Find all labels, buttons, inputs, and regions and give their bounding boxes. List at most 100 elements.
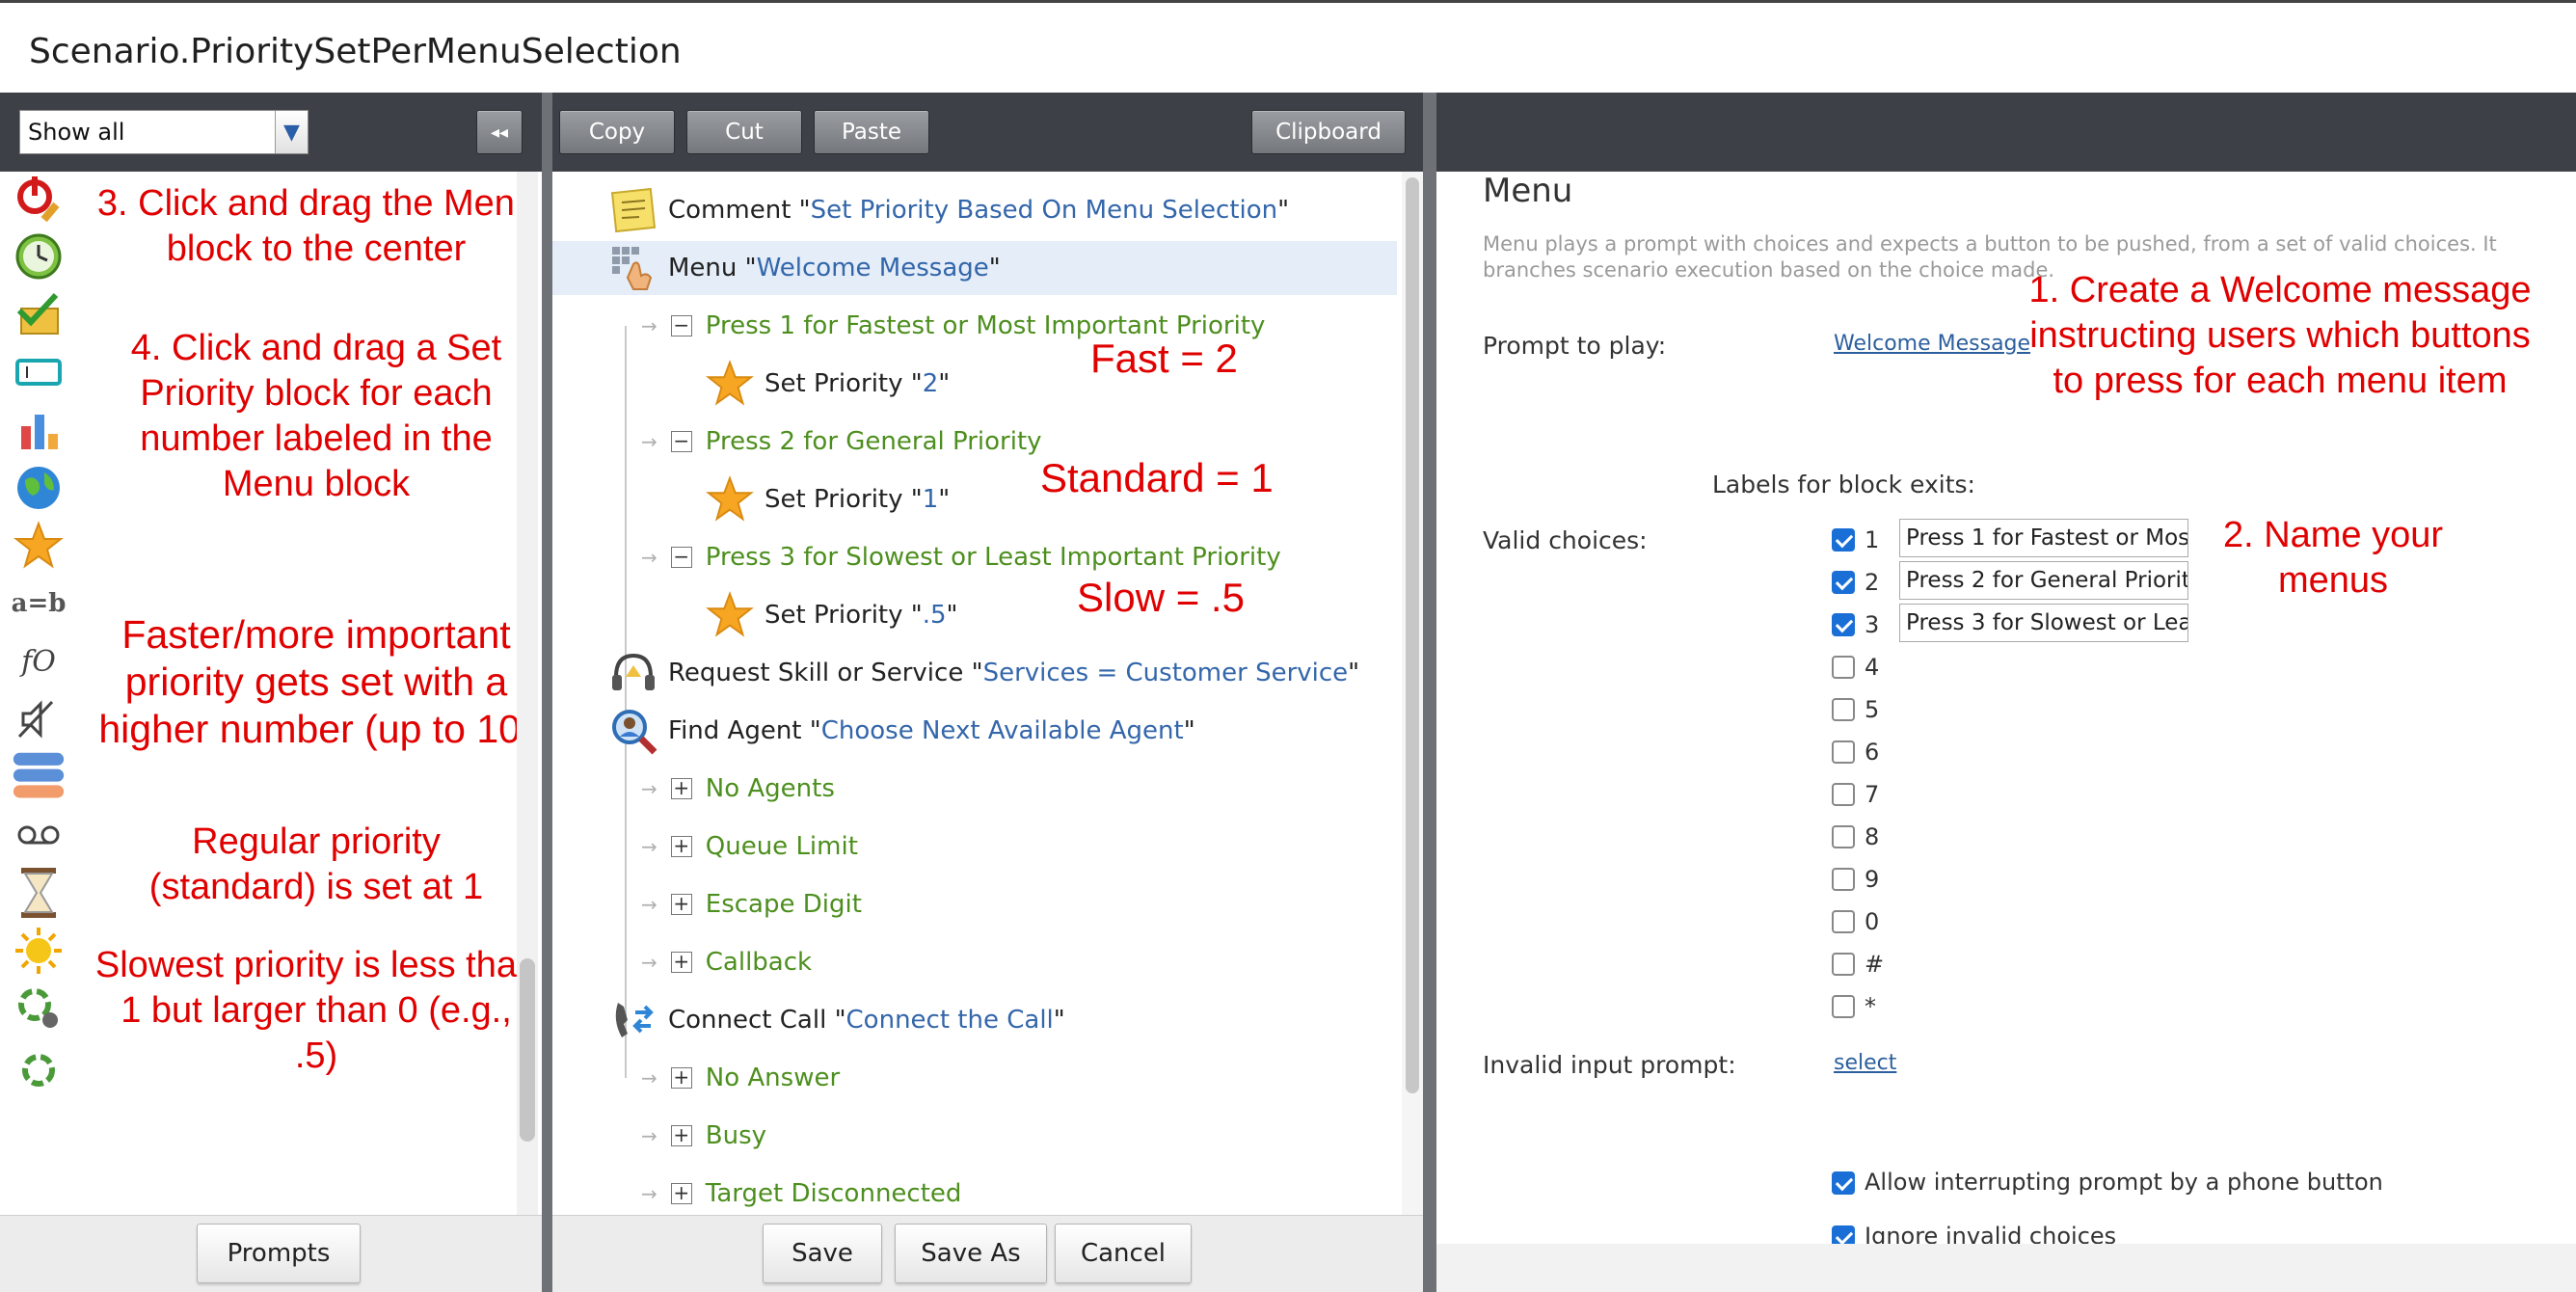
choice-checkbox-10[interactable] bbox=[1832, 953, 1855, 976]
tree-exit-queue-limit[interactable]: → + Queue Limit bbox=[641, 820, 858, 874]
tree-node-set-priority-1[interactable]: Set Priority " 2 " bbox=[703, 357, 950, 411]
choice-key-label: 4 bbox=[1865, 654, 1880, 681]
tree-scroll-thumb[interactable] bbox=[1406, 177, 1419, 1093]
tree-exit-target-disconnected[interactable]: → + Target Disconnected bbox=[641, 1167, 961, 1215]
sun-icon[interactable] bbox=[12, 924, 66, 978]
tree-node-find-agent[interactable]: Find Agent " Choose Next Available Agent " bbox=[606, 704, 1195, 758]
choice-key-label: 7 bbox=[1865, 781, 1880, 808]
hourglass-icon[interactable] bbox=[12, 866, 66, 920]
choice-checkbox-1[interactable] bbox=[1832, 571, 1855, 594]
chevron-down-icon[interactable]: ▼ bbox=[275, 111, 308, 153]
choice-checkbox-6[interactable] bbox=[1832, 783, 1855, 806]
palette-footer: Prompts bbox=[0, 1215, 542, 1292]
paste-button[interactable]: Paste bbox=[814, 110, 929, 154]
collapse-toggle[interactable]: − bbox=[670, 547, 692, 568]
recycle-gear-icon[interactable] bbox=[12, 982, 66, 1036]
palette-filter-select[interactable]: Show all ▼ bbox=[19, 110, 309, 154]
exit-label: No Agents bbox=[705, 774, 835, 803]
invalid-input-link[interactable]: select bbox=[1834, 1051, 1896, 1075]
double-chevron-left-icon: ◂◂ bbox=[490, 121, 509, 143]
collapse-panel-button[interactable]: ◂◂ bbox=[476, 110, 523, 154]
exit-label: Press 3 for Slowest or Least Important P… bbox=[705, 543, 1281, 572]
annotation-step2: 2. Name your menus bbox=[2222, 515, 2444, 601]
exit-label: Queue Limit bbox=[705, 832, 858, 861]
title-bar: Scenario.PrioritySetPerMenuSelection bbox=[0, 0, 2576, 93]
mute-speaker-icon[interactable] bbox=[12, 692, 66, 746]
function-icon[interactable]: fO bbox=[12, 634, 66, 688]
copy-button[interactable]: Copy bbox=[559, 110, 675, 154]
tree-node-menu[interactable]: Menu " Welcome Message " bbox=[552, 241, 1397, 295]
keypad-hand-icon bbox=[606, 241, 660, 295]
choice-checkbox-2[interactable] bbox=[1832, 613, 1855, 636]
choice-checkbox-5[interactable] bbox=[1832, 740, 1855, 764]
choice-key-label: 3 bbox=[1865, 611, 1880, 638]
globe-icon[interactable] bbox=[12, 461, 66, 515]
tree-node-comment[interactable]: Comment " Set Priority Based On Menu Sele… bbox=[606, 183, 1289, 237]
allow-interrupt-checkbox[interactable] bbox=[1832, 1171, 1855, 1195]
choice-checkbox-3[interactable] bbox=[1832, 656, 1855, 679]
tree-exit-escape-digit[interactable]: → + Escape Digit bbox=[641, 877, 862, 931]
save-button[interactable]: Save bbox=[763, 1224, 882, 1283]
choice-checkbox-7[interactable] bbox=[1832, 825, 1855, 848]
tree-node-set-priority-2[interactable]: Set Priority " 1 " bbox=[703, 472, 950, 526]
expand-toggle[interactable]: + bbox=[670, 778, 692, 799]
tree-node-connect-call[interactable]: Connect Call " Connect the Call " bbox=[606, 993, 1065, 1047]
recycle-icon[interactable] bbox=[12, 1039, 66, 1093]
tree-exit-no-agents[interactable]: → + No Agents bbox=[641, 762, 835, 816]
expand-toggle[interactable]: + bbox=[670, 1125, 692, 1146]
tree-scrollbar[interactable] bbox=[1402, 172, 1423, 1215]
panel-splitter-right[interactable] bbox=[1423, 93, 1436, 1292]
tree-exit-callback[interactable]: → + Callback bbox=[641, 935, 812, 989]
node-type-label: Set Priority " bbox=[765, 601, 923, 630]
prompts-button[interactable]: Prompts bbox=[197, 1224, 361, 1283]
checklist-folder-icon[interactable] bbox=[12, 287, 66, 341]
cut-button[interactable]: Cut bbox=[686, 110, 802, 154]
tree-node-request-skill[interactable]: Request Skill or Service " Services = Cus… bbox=[606, 646, 1359, 700]
choice-checkbox-0[interactable] bbox=[1832, 528, 1855, 552]
node-type-label: Menu " bbox=[668, 254, 757, 283]
expand-toggle[interactable]: + bbox=[670, 1183, 692, 1204]
panel-splitter-left[interactable] bbox=[542, 93, 552, 1292]
collapse-toggle[interactable]: − bbox=[670, 315, 692, 336]
expand-toggle[interactable]: + bbox=[670, 836, 692, 857]
collapse-toggle[interactable]: − bbox=[670, 431, 692, 452]
choice-label-input[interactable]: Press 2 for General Priority bbox=[1899, 561, 2188, 600]
tree-exit-busy[interactable]: → + Busy bbox=[641, 1109, 766, 1163]
stack-icon[interactable] bbox=[12, 750, 66, 804]
cancel-button[interactable]: Cancel bbox=[1055, 1224, 1192, 1283]
arrow-right-icon: → bbox=[641, 1124, 657, 1147]
node-quote: " bbox=[1277, 196, 1290, 225]
star-icon bbox=[703, 472, 757, 526]
choice-checkbox-8[interactable] bbox=[1832, 868, 1855, 891]
expand-toggle[interactable]: + bbox=[670, 952, 692, 973]
choice-label-input[interactable]: Press 3 for Slowest or Least Important P… bbox=[1899, 604, 2188, 642]
choice-checkbox-9[interactable] bbox=[1832, 910, 1855, 933]
clock-icon[interactable] bbox=[12, 229, 66, 283]
tree-exit-press2[interactable]: → − Press 2 for General Priority bbox=[641, 415, 1042, 469]
star-icon[interactable] bbox=[12, 519, 66, 573]
power-edit-icon[interactable] bbox=[12, 172, 66, 226]
exit-label: Busy bbox=[705, 1121, 767, 1150]
properties-footer bbox=[1436, 1244, 2576, 1292]
text-field-icon[interactable] bbox=[12, 345, 66, 399]
chart-icon[interactable] bbox=[12, 403, 66, 457]
tree-exit-no-answer[interactable]: → + No Answer bbox=[641, 1051, 840, 1105]
voicemail-icon[interactable] bbox=[12, 808, 66, 862]
properties-panel: Menu Menu plays a prompt with choices an… bbox=[1436, 172, 2576, 1292]
expand-toggle[interactable]: + bbox=[670, 1067, 692, 1089]
choice-checkbox-11[interactable] bbox=[1832, 995, 1855, 1018]
choice-label-input[interactable]: Press 1 for Fastest or Most Important Pr… bbox=[1899, 519, 2188, 557]
ab-assign-icon[interactable]: a=b bbox=[12, 577, 67, 631]
choice-key-label: 1 bbox=[1865, 526, 1880, 553]
node-value: .5 bbox=[922, 601, 947, 630]
choice-checkbox-4[interactable] bbox=[1832, 698, 1855, 721]
annotation-slowest: Slowest priority is less than 1 but larg… bbox=[94, 945, 538, 1076]
expand-toggle[interactable]: + bbox=[670, 894, 692, 915]
clipboard-button[interactable]: Clipboard bbox=[1251, 110, 1406, 154]
save-as-button[interactable]: Save As bbox=[895, 1224, 1047, 1283]
prompt-link[interactable]: Welcome Message bbox=[1834, 332, 2030, 356]
palette-scroll-thumb[interactable] bbox=[520, 958, 535, 1142]
tree-node-set-priority-3[interactable]: Set Priority " .5 " bbox=[703, 588, 958, 642]
tree-connector-line bbox=[625, 326, 627, 1078]
palette-scrollbar[interactable] bbox=[517, 172, 538, 1215]
